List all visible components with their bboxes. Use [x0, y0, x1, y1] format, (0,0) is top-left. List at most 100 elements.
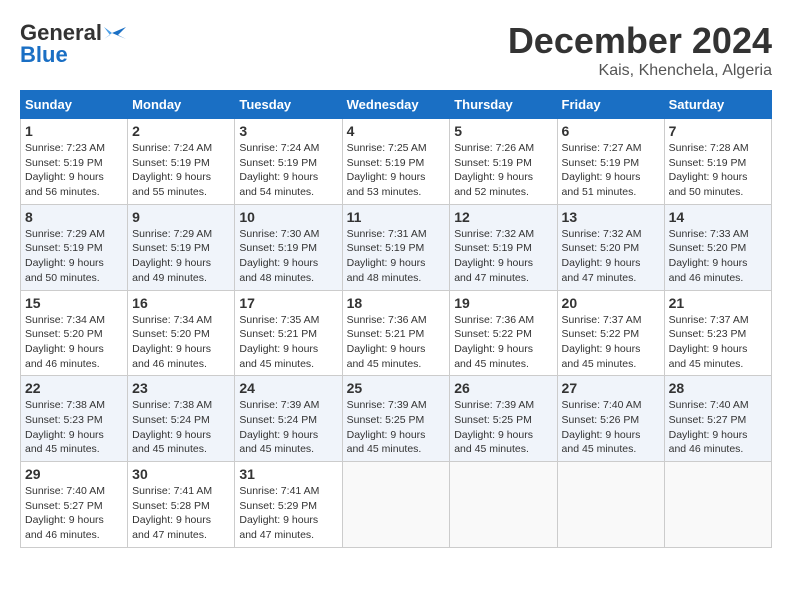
calendar-cell: 12 Sunrise: 7:32 AM Sunset: 5:19 PM Dayli…	[450, 204, 557, 290]
calendar-cell: 9 Sunrise: 7:29 AM Sunset: 5:19 PM Daylig…	[128, 204, 235, 290]
calendar-week-row: 1 Sunrise: 7:23 AM Sunset: 5:19 PM Daylig…	[21, 119, 772, 205]
calendar-cell: 16Sunrise: 7:34 AM Sunset: 5:20 PM Dayli…	[128, 290, 235, 376]
day-info: Sunrise: 7:40 AM Sunset: 5:26 PM Dayligh…	[562, 398, 660, 457]
calendar-cell: 19 Sunrise: 7:36 AM Sunset: 5:22 PM Dayli…	[450, 290, 557, 376]
day-info: Sunrise: 7:29 AM Sunset: 5:19 PM Dayligh…	[132, 227, 230, 286]
day-number: 17	[239, 295, 337, 311]
day-info: Sunrise: 7:39 AM Sunset: 5:24 PM Dayligh…	[239, 398, 337, 457]
day-number: 4	[347, 123, 446, 139]
logo: General Blue	[20, 20, 126, 68]
day-number: 18	[347, 295, 446, 311]
day-number: 15	[25, 295, 123, 311]
day-number: 20	[562, 295, 660, 311]
weekday-header: Tuesday	[235, 91, 342, 119]
calendar-cell	[342, 462, 450, 548]
day-info: Sunrise: 7:37 AM Sunset: 5:22 PM Dayligh…	[562, 313, 660, 372]
day-info: Sunrise: 7:32 AM Sunset: 5:19 PM Dayligh…	[454, 227, 552, 286]
day-info: Sunrise: 7:40 AM Sunset: 5:27 PM Dayligh…	[25, 484, 123, 543]
calendar-cell: 20 Sunrise: 7:37 AM Sunset: 5:22 PM Dayli…	[557, 290, 664, 376]
day-info: Sunrise: 7:27 AM Sunset: 5:19 PM Dayligh…	[562, 141, 660, 200]
calendar-cell: 1 Sunrise: 7:23 AM Sunset: 5:19 PM Daylig…	[21, 119, 128, 205]
calendar-cell: 6 Sunrise: 7:27 AM Sunset: 5:19 PM Daylig…	[557, 119, 664, 205]
day-number: 12	[454, 209, 552, 225]
calendar-cell: 18 Sunrise: 7:36 AM Sunset: 5:21 PM Dayli…	[342, 290, 450, 376]
day-number: 19	[454, 295, 552, 311]
day-info: Sunrise: 7:29 AM Sunset: 5:19 PM Dayligh…	[25, 227, 123, 286]
calendar-body: 1 Sunrise: 7:23 AM Sunset: 5:19 PM Daylig…	[21, 119, 772, 548]
calendar-cell: 24Sunrise: 7:39 AM Sunset: 5:24 PM Dayli…	[235, 376, 342, 462]
calendar-cell: 5Sunrise: 7:26 AM Sunset: 5:19 PM Daylig…	[450, 119, 557, 205]
calendar-week-row: 8 Sunrise: 7:29 AM Sunset: 5:19 PM Daylig…	[21, 204, 772, 290]
day-number: 25	[347, 380, 446, 396]
day-number: 2	[132, 123, 230, 139]
day-number: 27	[562, 380, 660, 396]
day-number: 16	[132, 295, 230, 311]
day-info: Sunrise: 7:39 AM Sunset: 5:25 PM Dayligh…	[454, 398, 552, 457]
weekday-header: Wednesday	[342, 91, 450, 119]
day-info: Sunrise: 7:23 AM Sunset: 5:19 PM Dayligh…	[25, 141, 123, 200]
day-number: 8	[25, 209, 123, 225]
day-info: Sunrise: 7:38 AM Sunset: 5:23 PM Dayligh…	[25, 398, 123, 457]
day-info: Sunrise: 7:33 AM Sunset: 5:20 PM Dayligh…	[669, 227, 767, 286]
calendar-cell: 15 Sunrise: 7:34 AM Sunset: 5:20 PM Dayli…	[21, 290, 128, 376]
calendar-cell: 7Sunrise: 7:28 AM Sunset: 5:19 PM Daylig…	[664, 119, 771, 205]
weekday-header: Sunday	[21, 91, 128, 119]
calendar-cell: 30 Sunrise: 7:41 AM Sunset: 5:28 PM Dayli…	[128, 462, 235, 548]
day-number: 6	[562, 123, 660, 139]
calendar-week-row: 22 Sunrise: 7:38 AM Sunset: 5:23 PM Dayli…	[21, 376, 772, 462]
day-number: 11	[347, 209, 446, 225]
calendar-cell: 2 Sunrise: 7:24 AM Sunset: 5:19 PM Daylig…	[128, 119, 235, 205]
day-info: Sunrise: 7:32 AM Sunset: 5:20 PM Dayligh…	[562, 227, 660, 286]
calendar-cell: 22 Sunrise: 7:38 AM Sunset: 5:23 PM Dayli…	[21, 376, 128, 462]
calendar-cell: 21 Sunrise: 7:37 AM Sunset: 5:23 PM Dayli…	[664, 290, 771, 376]
day-info: Sunrise: 7:30 AM Sunset: 5:19 PM Dayligh…	[239, 227, 337, 286]
day-info: Sunrise: 7:37 AM Sunset: 5:23 PM Dayligh…	[669, 313, 767, 372]
day-info: Sunrise: 7:36 AM Sunset: 5:21 PM Dayligh…	[347, 313, 446, 372]
day-info: Sunrise: 7:39 AM Sunset: 5:25 PM Dayligh…	[347, 398, 446, 457]
calendar-cell: 29 Sunrise: 7:40 AM Sunset: 5:27 PM Dayli…	[21, 462, 128, 548]
page-title: December 2024	[508, 20, 772, 62]
calendar-cell	[450, 462, 557, 548]
day-number: 3	[239, 123, 337, 139]
day-number: 22	[25, 380, 123, 396]
day-info: Sunrise: 7:31 AM Sunset: 5:19 PM Dayligh…	[347, 227, 446, 286]
calendar-cell: 10 Sunrise: 7:30 AM Sunset: 5:19 PM Dayli…	[235, 204, 342, 290]
day-info: Sunrise: 7:24 AM Sunset: 5:19 PM Dayligh…	[132, 141, 230, 200]
calendar-week-row: 29 Sunrise: 7:40 AM Sunset: 5:27 PM Dayli…	[21, 462, 772, 548]
day-info: Sunrise: 7:41 AM Sunset: 5:29 PM Dayligh…	[239, 484, 337, 543]
day-number: 28	[669, 380, 767, 396]
calendar-cell: 13Sunrise: 7:32 AM Sunset: 5:20 PM Dayli…	[557, 204, 664, 290]
calendar-cell: 17 Sunrise: 7:35 AM Sunset: 5:21 PM Dayli…	[235, 290, 342, 376]
calendar-cell: 26Sunrise: 7:39 AM Sunset: 5:25 PM Dayli…	[450, 376, 557, 462]
logo-blue: Blue	[20, 42, 68, 68]
day-info: Sunrise: 7:36 AM Sunset: 5:22 PM Dayligh…	[454, 313, 552, 372]
calendar-cell: 25 Sunrise: 7:39 AM Sunset: 5:25 PM Dayli…	[342, 376, 450, 462]
day-number: 23	[132, 380, 230, 396]
day-info: Sunrise: 7:38 AM Sunset: 5:24 PM Dayligh…	[132, 398, 230, 457]
day-info: Sunrise: 7:41 AM Sunset: 5:28 PM Dayligh…	[132, 484, 230, 543]
day-info: Sunrise: 7:24 AM Sunset: 5:19 PM Dayligh…	[239, 141, 337, 200]
day-number: 10	[239, 209, 337, 225]
title-block: December 2024 Kais, Khenchela, Algeria	[508, 20, 772, 80]
day-number: 30	[132, 466, 230, 482]
day-number: 21	[669, 295, 767, 311]
day-number: 5	[454, 123, 552, 139]
day-info: Sunrise: 7:28 AM Sunset: 5:19 PM Dayligh…	[669, 141, 767, 200]
day-info: Sunrise: 7:34 AM Sunset: 5:20 PM Dayligh…	[25, 313, 123, 372]
calendar-cell: 28Sunrise: 7:40 AM Sunset: 5:27 PM Dayli…	[664, 376, 771, 462]
calendar-header-row: SundayMondayTuesdayWednesdayThursdayFrid…	[21, 91, 772, 119]
page-header: General Blue December 2024 Kais, Khenche…	[20, 20, 772, 80]
calendar-cell	[557, 462, 664, 548]
day-info: Sunrise: 7:25 AM Sunset: 5:19 PM Dayligh…	[347, 141, 446, 200]
calendar-week-row: 15 Sunrise: 7:34 AM Sunset: 5:20 PM Dayli…	[21, 290, 772, 376]
day-number: 9	[132, 209, 230, 225]
weekday-header: Monday	[128, 91, 235, 119]
day-number: 31	[239, 466, 337, 482]
day-info: Sunrise: 7:35 AM Sunset: 5:21 PM Dayligh…	[239, 313, 337, 372]
calendar-cell: 31 Sunrise: 7:41 AM Sunset: 5:29 PM Dayli…	[235, 462, 342, 548]
weekday-header: Thursday	[450, 91, 557, 119]
day-number: 1	[25, 123, 123, 139]
calendar-cell: 27 Sunrise: 7:40 AM Sunset: 5:26 PM Dayli…	[557, 376, 664, 462]
day-number: 29	[25, 466, 123, 482]
calendar-cell: 11 Sunrise: 7:31 AM Sunset: 5:19 PM Dayli…	[342, 204, 450, 290]
